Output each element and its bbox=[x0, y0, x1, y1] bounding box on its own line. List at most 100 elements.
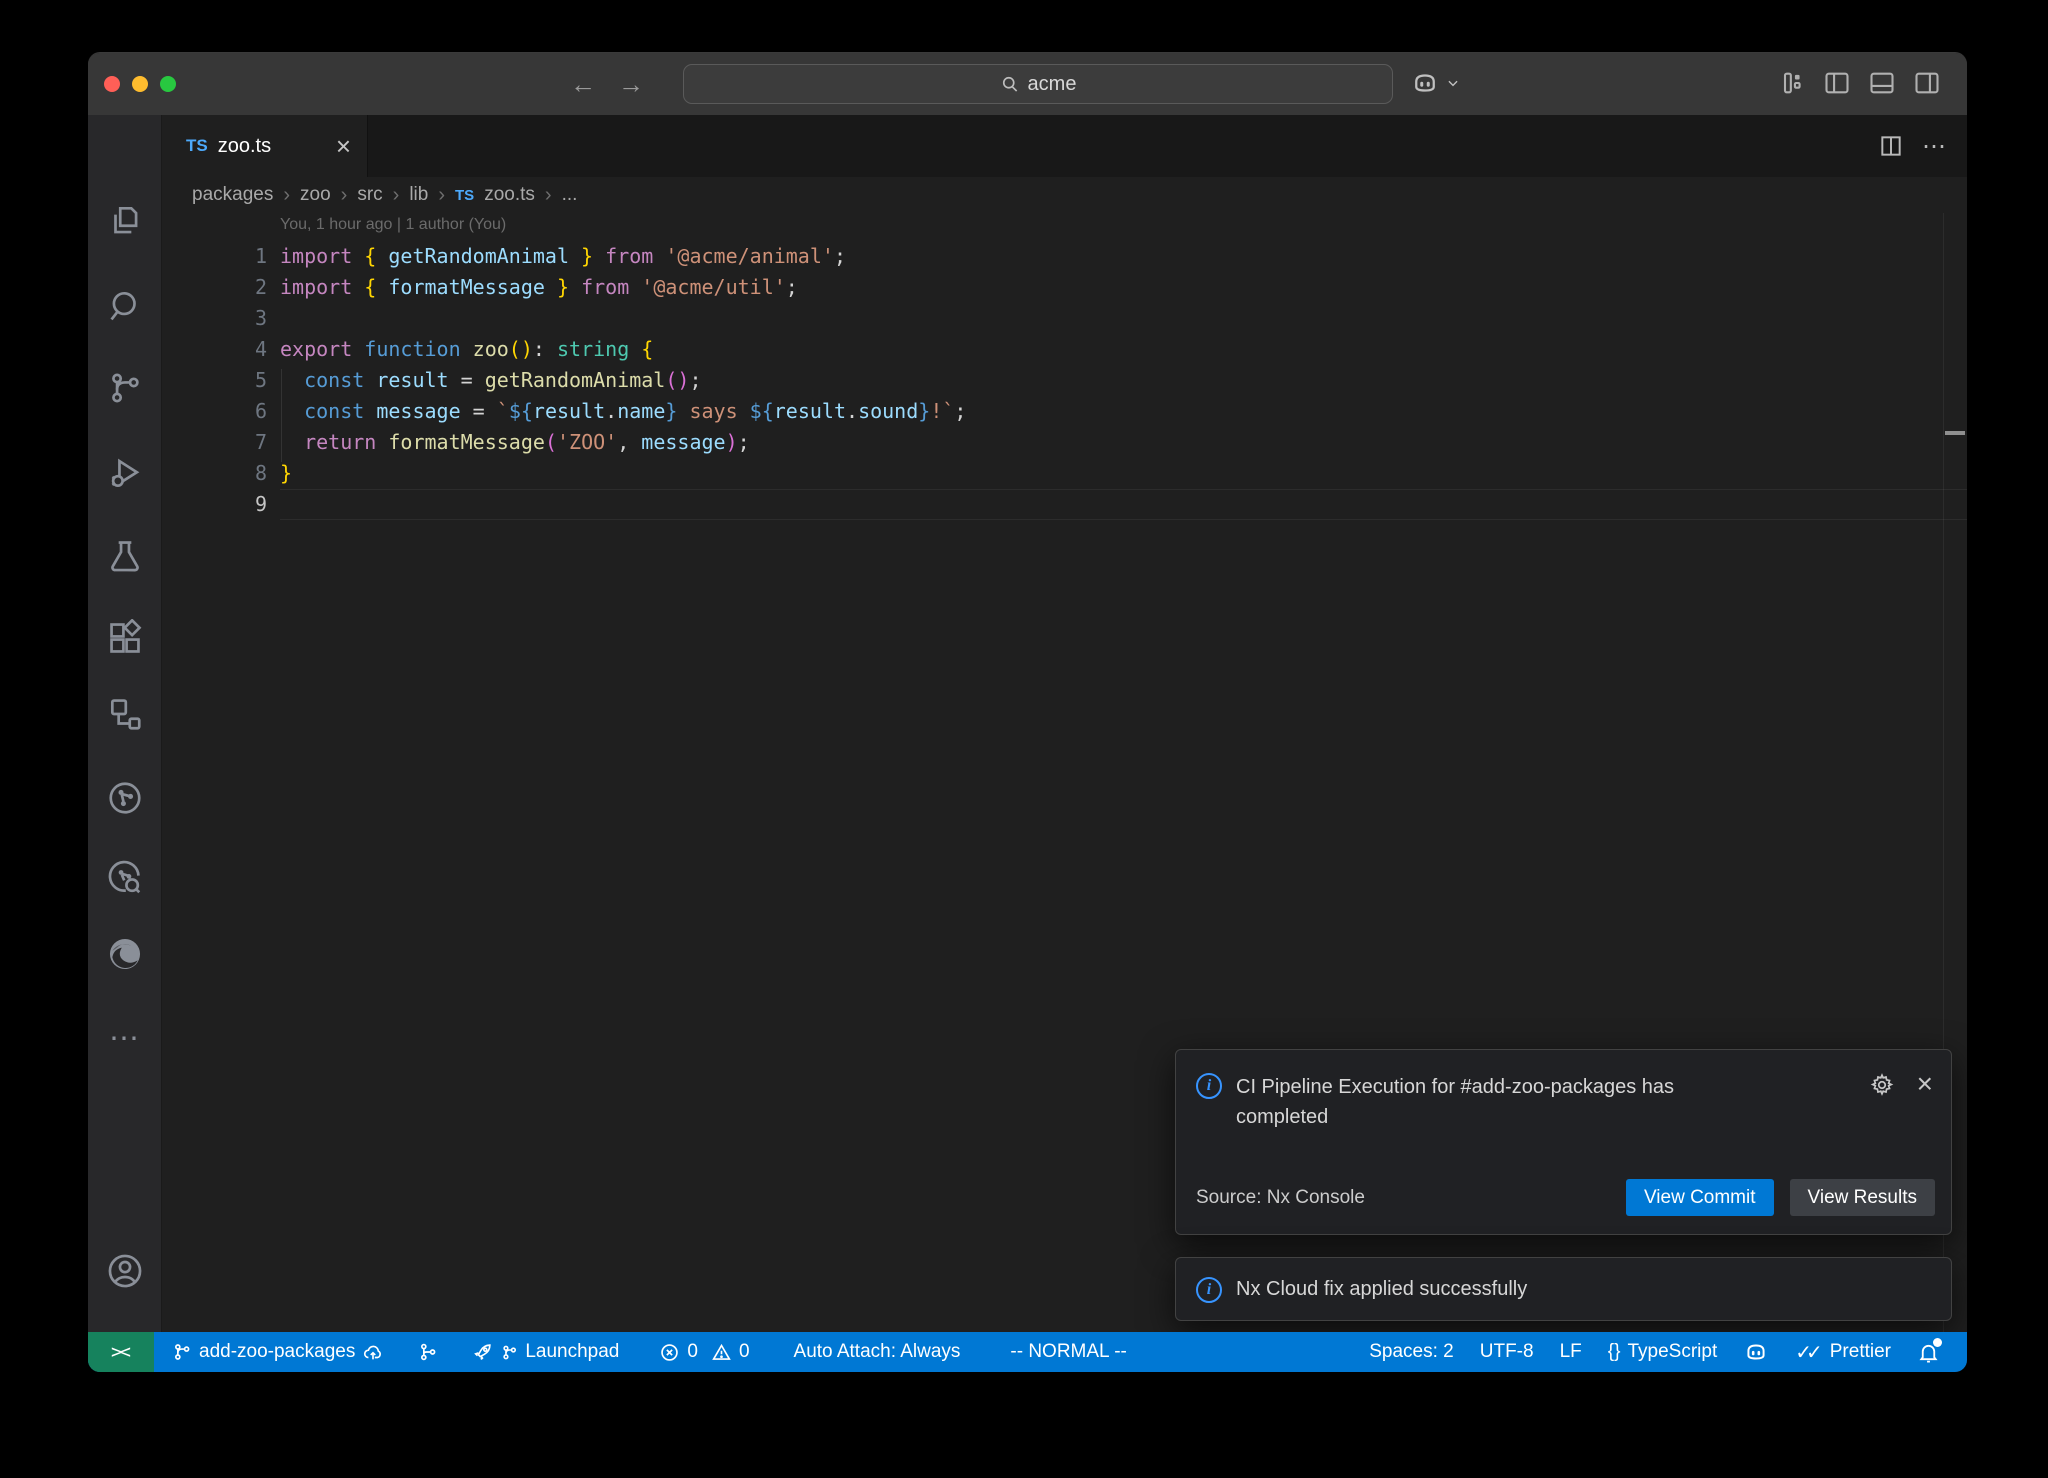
encoding-status[interactable]: UTF-8 bbox=[1467, 1332, 1547, 1372]
remote-icon: >< bbox=[111, 1341, 128, 1363]
status-bar: >< add-zoo-packages bbox=[88, 1332, 1967, 1372]
split-editor-icon[interactable] bbox=[1878, 133, 1904, 159]
warning-icon bbox=[711, 1342, 732, 1363]
code-line[interactable]: 7 return formatMessage('ZOO', message); bbox=[162, 427, 1967, 458]
close-tab-icon[interactable]: × bbox=[336, 136, 351, 156]
chevron-right-icon: › bbox=[283, 184, 290, 207]
double-check-icon: ✓✓ bbox=[1795, 1340, 1823, 1365]
line-number: 8 bbox=[162, 458, 267, 489]
chevron-right-icon: › bbox=[438, 184, 445, 207]
code-line[interactable]: 6 const message = `${result.name} says $… bbox=[162, 396, 1967, 427]
copilot-icon bbox=[1410, 68, 1440, 98]
more-actions-icon[interactable]: ⋯ bbox=[1922, 132, 1947, 161]
nx-cloud-inspect-icon[interactable] bbox=[105, 858, 145, 898]
breadcrumb-overflow[interactable]: ... bbox=[562, 184, 578, 206]
breadcrumb-item[interactable]: zoo bbox=[300, 184, 331, 206]
search-value: acme bbox=[1028, 73, 1077, 96]
eol-status[interactable]: LF bbox=[1547, 1332, 1595, 1372]
code-lines: 1import { getRandomAnimal } from '@acme/… bbox=[162, 241, 1967, 520]
line-number: 3 bbox=[162, 303, 267, 334]
accounts-icon[interactable] bbox=[105, 1251, 145, 1291]
breadcrumb-item[interactable]: src bbox=[357, 184, 382, 206]
error-count: 0 bbox=[687, 1341, 698, 1363]
code-line[interactable]: 2import { formatMessage } from '@acme/ut… bbox=[162, 272, 1967, 303]
info-icon: i bbox=[1196, 1073, 1222, 1099]
extensions-icon[interactable] bbox=[105, 618, 145, 658]
problems-status[interactable]: 0 0 bbox=[649, 1332, 759, 1372]
code-line[interactable]: 8} bbox=[162, 458, 1967, 489]
line-number: 7 bbox=[162, 427, 267, 458]
bell-icon bbox=[1917, 1341, 1940, 1364]
auto-attach-status[interactable]: Auto Attach: Always bbox=[784, 1332, 971, 1372]
activity-bar: ⋯ bbox=[88, 115, 162, 1332]
nx-console-icon[interactable] bbox=[105, 694, 145, 734]
language-mode-status[interactable]: {} TypeScript bbox=[1595, 1332, 1730, 1372]
code-line[interactable]: 9 bbox=[162, 489, 1967, 520]
code-line[interactable]: 5 const result = getRandomAnimal(); bbox=[162, 365, 1967, 396]
vim-mode-status[interactable]: -- NORMAL -- bbox=[1000, 1332, 1136, 1372]
error-icon bbox=[659, 1342, 680, 1363]
copilot-status[interactable] bbox=[1730, 1332, 1782, 1372]
notification-toast: i Nx Cloud fix applied successfully bbox=[1175, 1257, 1952, 1321]
breadcrumb-file[interactable]: zoo.ts bbox=[484, 184, 535, 206]
notifications-bell[interactable] bbox=[1904, 1332, 1953, 1372]
toggle-panel-icon[interactable] bbox=[1868, 69, 1896, 97]
line-number: 5 bbox=[162, 365, 267, 396]
testing-icon[interactable] bbox=[105, 536, 145, 576]
editor-tab-bar: TS zoo.ts × ⋯ bbox=[162, 115, 1967, 177]
line-number: 9 bbox=[162, 489, 267, 520]
explorer-icon[interactable] bbox=[105, 201, 145, 241]
view-commit-button[interactable]: View Commit bbox=[1626, 1179, 1774, 1216]
navigate-back-icon[interactable]: ← bbox=[570, 69, 596, 99]
more-views-icon[interactable]: ⋯ bbox=[105, 1018, 145, 1058]
command-center-search[interactable]: acme bbox=[683, 64, 1393, 104]
breadcrumb: packages › zoo › src › lib › TS zoo.ts ›… bbox=[162, 177, 1967, 213]
notification-badge-dot bbox=[1933, 1338, 1942, 1347]
formatter-status[interactable]: ✓✓ Prettier bbox=[1782, 1332, 1904, 1372]
code-line[interactable]: 4export function zoo(): string { bbox=[162, 334, 1967, 365]
toggle-secondary-sidebar-icon[interactable] bbox=[1913, 69, 1941, 97]
rocket-icon bbox=[472, 1341, 494, 1363]
breadcrumb-item[interactable]: lib bbox=[409, 184, 428, 206]
chevron-right-icon: › bbox=[341, 184, 348, 207]
line-number: 6 bbox=[162, 396, 267, 427]
source-control-icon[interactable] bbox=[105, 368, 145, 408]
chevron-down-icon bbox=[1446, 76, 1460, 90]
copilot-menu[interactable] bbox=[1410, 68, 1460, 98]
navigate-forward-icon[interactable]: → bbox=[618, 69, 644, 99]
notification-message: Nx Cloud fix applied successfully bbox=[1236, 1278, 1527, 1301]
indent-guide bbox=[281, 369, 282, 462]
macos-close-button[interactable] bbox=[104, 76, 120, 92]
copilot-icon bbox=[1743, 1339, 1769, 1365]
macos-minimize-button[interactable] bbox=[132, 76, 148, 92]
overview-ruler-cursor-marker bbox=[1945, 431, 1965, 435]
git-branch-status[interactable]: add-zoo-packages bbox=[162, 1332, 394, 1372]
toggle-primary-sidebar-icon[interactable] bbox=[1823, 69, 1851, 97]
typescript-file-icon: TS bbox=[455, 187, 474, 204]
tab-zoo-ts[interactable]: TS zoo.ts × bbox=[162, 115, 368, 177]
code-line[interactable]: 1import { getRandomAnimal } from '@acme/… bbox=[162, 241, 1967, 272]
launchpad-status[interactable]: Launchpad bbox=[462, 1332, 629, 1372]
line-number: 1 bbox=[162, 241, 267, 272]
view-results-button[interactable]: View Results bbox=[1790, 1179, 1935, 1216]
notification-settings-gear-icon[interactable] bbox=[1869, 1072, 1895, 1098]
customize-layout-icon[interactable] bbox=[1778, 69, 1806, 97]
braces-icon: {} bbox=[1608, 1341, 1621, 1363]
git-graph-icon bbox=[418, 1342, 438, 1362]
notification-message: CI Pipeline Execution for #add-zoo-packa… bbox=[1236, 1072, 1766, 1132]
code-line[interactable]: 3 bbox=[162, 303, 1967, 334]
cloud-upload-icon bbox=[362, 1341, 384, 1363]
close-notification-icon[interactable]: × bbox=[1917, 1072, 1933, 1098]
git-graph-status[interactable] bbox=[408, 1332, 448, 1372]
remote-indicator[interactable]: >< bbox=[88, 1332, 154, 1372]
search-icon[interactable] bbox=[105, 286, 145, 326]
indentation-status[interactable]: Spaces: 2 bbox=[1356, 1332, 1467, 1372]
git-blame-annotation: You, 1 hour ago | 1 author (You) bbox=[162, 213, 1967, 241]
macos-zoom-button[interactable] bbox=[160, 76, 176, 92]
nx-cloud-icon[interactable] bbox=[105, 778, 145, 818]
edge-browser-icon[interactable] bbox=[105, 934, 145, 974]
typescript-file-icon: TS bbox=[186, 136, 208, 156]
notification-toast: i CI Pipeline Execution for #add-zoo-pac… bbox=[1175, 1049, 1952, 1235]
run-and-debug-icon[interactable] bbox=[105, 453, 145, 493]
breadcrumb-item[interactable]: packages bbox=[192, 184, 273, 206]
